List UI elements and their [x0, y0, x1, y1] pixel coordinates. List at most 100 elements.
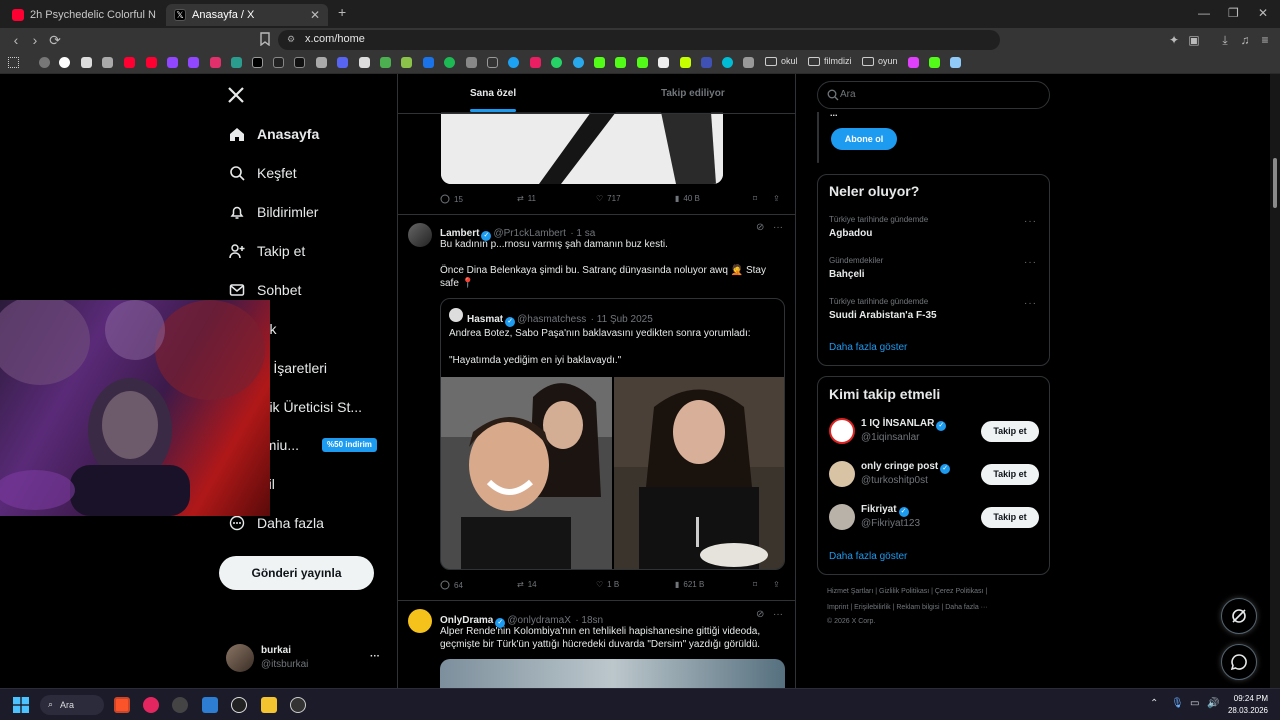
bookmark-icon-33[interactable]: [722, 57, 733, 68]
subscribe-button[interactable]: Abone ol: [831, 128, 897, 150]
bookmark-icon-17[interactable]: [380, 57, 391, 68]
follow-button[interactable]: Takip et: [981, 421, 1039, 442]
tiktok-icon[interactable]: [294, 57, 305, 68]
tab-following[interactable]: Takip ediliyor: [661, 88, 725, 99]
spotify-icon[interactable]: [444, 57, 455, 68]
bookmark-button[interactable]: ⌑: [753, 580, 757, 589]
scrollbar-thumb[interactable]: [1273, 158, 1277, 208]
share-button[interactable]: ⇪: [773, 580, 780, 589]
suggested-user-name[interactable]: 1 IQ İNSANLAR ✓: [861, 418, 948, 431]
tray-expand-icon[interactable]: ⌃: [1150, 698, 1158, 709]
search-box[interactable]: Ara: [817, 81, 1050, 109]
post-button[interactable]: Gönderi yayınla: [219, 556, 374, 590]
address-bar[interactable]: ⚙ x.com/home: [278, 30, 1000, 50]
bookmark-icon-16[interactable]: [359, 57, 370, 68]
discord-icon[interactable]: [337, 57, 348, 68]
menu-icon[interactable]: ≡: [1257, 32, 1273, 48]
bookmark-icon-4[interactable]: [102, 57, 113, 68]
follow-button[interactable]: Takip et: [981, 507, 1039, 528]
bookmark-button[interactable]: ⌑: [753, 194, 757, 203]
repost-button[interactable]: ⇄ 11: [517, 194, 536, 203]
microphone-icon[interactable]: 🎙: [1171, 698, 1184, 709]
tweet-media-image[interactable]: [440, 659, 785, 688]
file-explorer-icon[interactable]: [261, 697, 277, 713]
share-button[interactable]: ⇪: [773, 194, 780, 203]
quote-image-right[interactable]: [614, 377, 784, 569]
repost-button[interactable]: ⇄ 14: [517, 580, 537, 589]
trend-name[interactable]: Bahçeli: [829, 269, 865, 280]
trend-name[interactable]: Agbadou: [829, 228, 872, 239]
app-icon[interactable]: [172, 697, 188, 713]
youtube-bookmark-icon-2[interactable]: [146, 57, 157, 68]
downloads-icon[interactable]: ⤓: [1217, 32, 1233, 48]
volume-icon[interactable]: 🔊: [1207, 698, 1219, 709]
account-menu-icon[interactable]: ···: [370, 651, 380, 662]
x-logo-icon[interactable]: [227, 86, 245, 104]
twitch-icon[interactable]: [167, 57, 178, 68]
folder-okul[interactable]: okul: [765, 56, 798, 66]
like-button[interactable]: ♡ 717: [596, 194, 621, 203]
clock-date[interactable]: 28.03.2026: [1226, 706, 1268, 715]
sidebar-item-follow[interactable]: Takip et: [228, 239, 305, 263]
apps-grid-icon[interactable]: [8, 57, 19, 68]
show-more-trends-link[interactable]: Daha fazla göster: [829, 342, 907, 353]
whatsapp-icon[interactable]: [551, 57, 562, 68]
bookmark-icon-31[interactable]: [680, 57, 691, 68]
tweet-more-icon[interactable]: ···: [773, 609, 783, 620]
trend-more-icon[interactable]: ···: [1024, 257, 1037, 268]
bookmark-icon-30[interactable]: [658, 57, 669, 68]
sidebar-item-explore[interactable]: Keşfet: [228, 161, 297, 185]
bookmark-icon-32[interactable]: [701, 57, 712, 68]
x-bookmark-icon[interactable]: [252, 57, 263, 68]
bookmark-icon-1[interactable]: [39, 57, 50, 68]
github-icon[interactable]: [487, 57, 498, 68]
suggested-user-name[interactable]: Fikriyat ✓: [861, 504, 911, 517]
tweet-more-icon[interactable]: ···: [773, 222, 783, 233]
kick-icon-3[interactable]: [637, 57, 648, 68]
bookmark-icon-21[interactable]: [466, 57, 477, 68]
bookmark-icon-14[interactable]: [316, 57, 327, 68]
folder-oyun[interactable]: oyun: [862, 56, 898, 66]
avatar[interactable]: [829, 418, 855, 444]
bookmark-icon-37[interactable]: [950, 57, 961, 68]
trend-more-icon[interactable]: ···: [1024, 216, 1037, 227]
quoted-tweet[interactable]: Hasmat ✓ @hasmatchess · 11 Şub 2025 Andrea…: [440, 298, 785, 570]
media-icon[interactable]: ♫: [1237, 32, 1253, 48]
bookmark-icon-12[interactable]: [273, 57, 284, 68]
avatar[interactable]: [829, 504, 855, 530]
steam-icon[interactable]: [290, 697, 306, 713]
avatar[interactable]: [408, 609, 432, 633]
telegram-icon[interactable]: [573, 57, 584, 68]
bookmark-icon-23[interactable]: [508, 57, 519, 68]
media-player-icon[interactable]: [143, 697, 159, 713]
grok-tweet-icon[interactable]: ⊘: [756, 609, 764, 620]
tab-for-you[interactable]: Sana özel: [470, 88, 516, 99]
bookmark-icon-35[interactable]: [908, 57, 919, 68]
avatar[interactable]: [829, 461, 855, 487]
new-tab-button[interactable]: +: [338, 4, 346, 20]
sidebar-item-notifications[interactable]: Bildirimler: [228, 200, 318, 224]
show-more-follow-link[interactable]: Daha fazla göster: [829, 551, 907, 562]
messages-fab-button[interactable]: [1221, 644, 1257, 680]
grok-tweet-icon[interactable]: ⊘: [756, 222, 764, 233]
bookmark-icon-19[interactable]: [423, 57, 434, 68]
bookmark-icon-10[interactable]: [231, 57, 242, 68]
grok-fab-button[interactable]: [1221, 598, 1257, 634]
instagram-icon[interactable]: [210, 57, 221, 68]
trend-name[interactable]: Suudi Arabistan'a F-35: [829, 310, 937, 321]
tweet-media-image[interactable]: [441, 112, 723, 184]
footer-links[interactable]: Hizmet Şartları | Gizlilik Politikası | …: [827, 588, 987, 595]
suggested-user-name[interactable]: only cringe post ✓: [861, 461, 952, 474]
sidebar-item-messages[interactable]: Sohbet: [228, 278, 301, 302]
bookmark-icon-3[interactable]: [81, 57, 92, 68]
reply-button[interactable]: 15: [440, 194, 463, 204]
photos-icon[interactable]: [202, 697, 218, 713]
network-icon[interactable]: ▭: [1190, 698, 1199, 709]
grok-app-icon[interactable]: [231, 697, 247, 713]
views-button[interactable]: ▮ 621 B: [675, 580, 704, 589]
sidebar-item-home[interactable]: Anasayfa: [228, 122, 319, 146]
avatar[interactable]: [408, 223, 432, 247]
tab-x-home[interactable]: 𝕏 Anasayfa / X ✕: [166, 4, 328, 26]
close-window-icon[interactable]: ✕: [1258, 6, 1268, 20]
bookmark-icon-34[interactable]: [743, 57, 754, 68]
